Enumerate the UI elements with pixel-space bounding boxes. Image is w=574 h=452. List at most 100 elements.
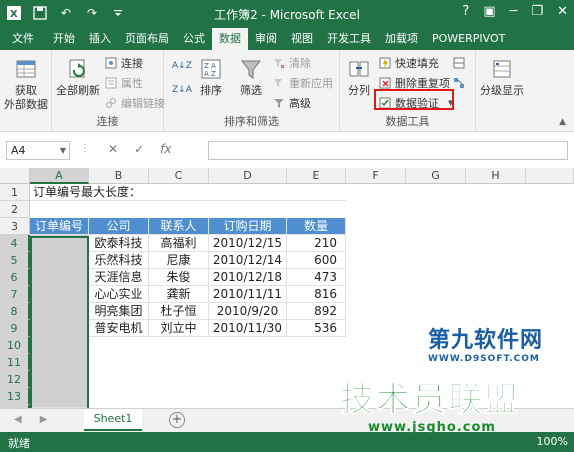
prev-sheet-icon[interactable]: ◀ — [14, 414, 22, 425]
col-header-h[interactable]: H — [466, 168, 526, 184]
name-box-dropdown-icon[interactable]: ▼ — [60, 142, 66, 159]
tab-powerpivot[interactable]: POWERPIVOT — [425, 28, 512, 50]
clear-filter-button[interactable]: 清除 — [272, 55, 311, 71]
table-cell[interactable]: 刘立中 — [149, 320, 209, 337]
table-cell[interactable]: 高福利 — [149, 235, 209, 252]
row-header-1[interactable]: 1 — [0, 184, 30, 201]
row-header-8[interactable]: 8 — [0, 303, 30, 320]
sheet-tab-sheet1[interactable]: Sheet1 — [84, 409, 142, 431]
table-cell[interactable]: 心心实业 — [89, 286, 149, 303]
table-cell[interactable]: 2010/12/15 — [209, 235, 287, 252]
col-header-a[interactable]: A — [30, 168, 89, 184]
tab-view[interactable]: 视图 — [284, 28, 320, 50]
filter-button[interactable]: 筛选 — [236, 56, 266, 98]
table-cell[interactable]: 536 — [287, 320, 346, 337]
reapply-button[interactable]: 重新应用 — [272, 75, 333, 91]
header-order-date[interactable]: 订购日期 — [209, 218, 287, 235]
advanced-filter-button[interactable]: 高级 — [272, 95, 311, 111]
table-cell[interactable]: 尼康 — [149, 252, 209, 269]
restore-button[interactable]: ❐ — [531, 4, 543, 19]
row-header-6[interactable]: 6 — [0, 269, 30, 286]
tab-add-ins[interactable]: 加载项 — [378, 28, 425, 50]
table-cell[interactable]: 龚新 — [149, 286, 209, 303]
header-company[interactable]: 公司 — [89, 218, 149, 235]
refresh-all-button[interactable]: 全部刷新 — [56, 56, 100, 98]
table-cell[interactable]: 210 — [287, 235, 346, 252]
collapse-ribbon-icon[interactable]: ▲ — [559, 117, 566, 127]
row-header-3[interactable]: 3 — [0, 218, 30, 235]
table-cell[interactable]: 473 — [287, 269, 346, 286]
name-box[interactable]: A4 ▼ — [6, 141, 70, 160]
flash-fill-button[interactable]: 快速填充 — [378, 55, 439, 71]
tab-page-layout[interactable]: 页面布局 — [118, 28, 176, 50]
properties-button[interactable]: 属性 — [104, 75, 143, 91]
tab-data[interactable]: 数据 — [212, 28, 248, 50]
table-cell[interactable]: 天涯信息 — [89, 269, 149, 286]
insert-function-icon[interactable]: fx — [160, 142, 171, 156]
row-header-13[interactable]: 13 — [0, 388, 30, 405]
table-cell[interactable]: 朱俊 — [149, 269, 209, 286]
row-header-7[interactable]: 7 — [0, 286, 30, 303]
col-header-b[interactable]: B — [89, 168, 149, 184]
table-cell[interactable]: 2010/12/14 — [209, 252, 287, 269]
tab-file[interactable]: 文件 — [0, 28, 46, 50]
row-header-2[interactable]: 2 — [0, 201, 30, 218]
consolidate-button[interactable] — [452, 55, 466, 71]
help-button[interactable]: ? — [462, 4, 469, 19]
minimize-button[interactable]: ─ — [510, 4, 518, 19]
cell-a1[interactable]: 订单编号最大长度： — [30, 184, 346, 201]
header-quantity[interactable]: 数量 — [287, 218, 346, 235]
col-header-d[interactable]: D — [209, 168, 287, 184]
outline-button[interactable]: 分级显示 — [480, 56, 524, 98]
row-header-4[interactable]: 4 — [0, 235, 30, 252]
table-cell[interactable]: 明亮集团 — [89, 303, 149, 320]
ribbon-options-icon[interactable]: ▣ — [483, 4, 495, 19]
col-header-c[interactable]: C — [149, 168, 209, 184]
sort-button[interactable]: Z AA Z 排序 — [196, 56, 226, 98]
tab-review[interactable]: 审阅 — [248, 28, 284, 50]
header-order-id[interactable]: 订单编号 — [30, 218, 89, 235]
row-header-5[interactable]: 5 — [0, 252, 30, 269]
tab-home[interactable]: 开始 — [46, 28, 82, 50]
worksheet-grid[interactable]: A B C D E F G H 1 2 3 4 5 6 7 8 9 10 11 … — [0, 168, 574, 408]
formula-input[interactable] — [208, 141, 568, 160]
enter-icon[interactable]: ✓ — [134, 142, 144, 156]
relationships-button[interactable] — [452, 75, 466, 91]
table-cell[interactable]: 2010/9/20 — [209, 303, 287, 320]
sort-ascending-button[interactable]: A↓Z — [172, 58, 192, 74]
row-header-12[interactable]: 12 — [0, 371, 30, 388]
next-sheet-icon[interactable]: ▶ — [40, 414, 48, 425]
edit-links-button[interactable]: 编辑链接 — [104, 95, 165, 111]
table-cell[interactable]: 2010/11/11 — [209, 286, 287, 303]
table-cell[interactable]: 2010/11/30 — [209, 320, 287, 337]
select-all-corner[interactable] — [0, 168, 30, 184]
tab-formulas[interactable]: 公式 — [176, 28, 212, 50]
table-cell[interactable]: 892 — [287, 303, 346, 320]
close-button[interactable]: ✕ — [557, 4, 568, 19]
cancel-icon[interactable]: ✕ — [108, 142, 118, 156]
tab-insert[interactable]: 插入 — [82, 28, 118, 50]
connections-button[interactable]: 连接 — [104, 55, 143, 71]
row-header-11[interactable]: 11 — [0, 354, 30, 371]
table-cell[interactable]: 杜子恒 — [149, 303, 209, 320]
table-cell[interactable]: 2010/12/18 — [209, 269, 287, 286]
selected-range-a4-a14[interactable] — [30, 235, 89, 408]
row-header-9[interactable]: 9 — [0, 320, 30, 337]
sort-descending-button[interactable]: Z↓A — [172, 82, 192, 98]
col-header-e[interactable]: E — [287, 168, 346, 184]
tab-developer[interactable]: 开发工具 — [320, 28, 378, 50]
table-cell[interactable]: 600 — [287, 252, 346, 269]
header-contact[interactable]: 联系人 — [149, 218, 209, 235]
zoom-level[interactable]: 100% — [537, 435, 568, 448]
watermark-jsgho-url: www.jsgho.com — [368, 420, 496, 435]
col-header-f[interactable]: F — [346, 168, 406, 184]
text-to-columns-button[interactable]: 分列 — [344, 56, 374, 98]
get-external-data-button[interactable]: 获取 外部数据 — [4, 56, 48, 112]
table-cell[interactable]: 816 — [287, 286, 346, 303]
row-header-10[interactable]: 10 — [0, 337, 30, 354]
add-sheet-button[interactable]: + — [169, 412, 185, 428]
table-cell[interactable]: 普安电机 — [89, 320, 149, 337]
table-cell[interactable]: 乐然科技 — [89, 252, 149, 269]
table-cell[interactable]: 欧泰科技 — [89, 235, 149, 252]
col-header-g[interactable]: G — [406, 168, 466, 184]
